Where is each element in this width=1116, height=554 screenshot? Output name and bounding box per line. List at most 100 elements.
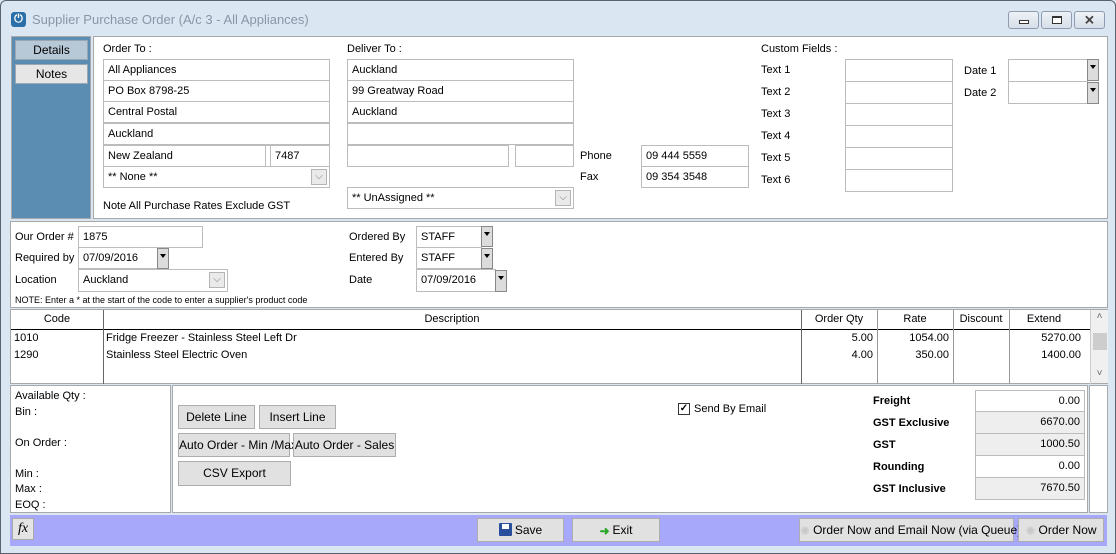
scroll-up-icon[interactable]: ˄ [1091, 311, 1108, 322]
location-select[interactable]: Auckland ⌵ [78, 269, 228, 292]
chevron-down-icon[interactable]: ⌵ [555, 190, 571, 206]
stock-info-panel: Available Qty : Bin : On Order : Min : M… [10, 385, 171, 513]
col-description[interactable]: Description [103, 313, 801, 325]
custom-fields-label: Custom Fields : [761, 43, 838, 55]
required-by-dropdown[interactable] [157, 248, 169, 269]
deliver-to-assign-select[interactable]: ** UnAssigned ** ⌵ [347, 187, 574, 209]
actions-panel: Delete Line Insert Line Auto Order - Min… [172, 385, 1088, 513]
date-field[interactable]: 07/09/2016 [416, 269, 496, 292]
save-button[interactable]: Save [477, 518, 564, 542]
row-rate: 1054.00 [909, 332, 949, 344]
on-order-label: On Order : [15, 437, 67, 449]
text-3-field[interactable] [845, 103, 953, 126]
order-to-line-4[interactable]: Auckland [103, 123, 330, 145]
chevron-down-icon[interactable]: ⌵ [209, 272, 225, 288]
scroll-down-icon[interactable]: ˅ [1091, 368, 1108, 379]
gst-inclusive-field: 7670.50 [975, 477, 1085, 500]
tab-notes[interactable]: Notes [15, 64, 88, 84]
supplier-code-note: NOTE: Enter a * at the start of the code… [15, 295, 308, 305]
phone-field[interactable]: 09 444 5559 [641, 145, 749, 167]
order-to-contact-select[interactable]: ** None ** ⌵ [103, 166, 330, 188]
gst-label: GST [873, 439, 896, 451]
auto-order-sales-button[interactable]: Auto Order - Sales [293, 433, 396, 457]
order-to-line-2[interactable]: PO Box 8798-25 [103, 80, 330, 102]
exit-button[interactable]: ➜ Exit [572, 518, 660, 542]
text-6-field[interactable] [845, 169, 953, 192]
order-now-email-button[interactable]: ✺ Order Now and Email Now (via Queue) [799, 518, 1021, 542]
order-to-line-1[interactable]: All Appliances [103, 59, 330, 81]
entered-by-label: Entered By [349, 252, 404, 264]
text-2-label: Text 2 [761, 86, 791, 98]
text-1-label: Text 1 [761, 64, 791, 76]
header-divider [11, 329, 1091, 330]
date-2-dropdown[interactable] [1087, 82, 1099, 104]
col-divider [103, 310, 104, 384]
col-discount[interactable]: Discount [953, 313, 1009, 325]
date-1-dropdown[interactable] [1087, 59, 1099, 81]
order-now-button[interactable]: ✺ Order Now [1018, 518, 1104, 542]
row-qty: 4.00 [851, 349, 873, 361]
text-5-field[interactable] [845, 147, 953, 170]
order-to-contact-value: ** None ** [108, 171, 158, 183]
deliver-to-country[interactable] [347, 145, 509, 167]
send-by-email-checkbox[interactable]: ✓ [678, 403, 690, 415]
date-2-field[interactable] [1008, 81, 1088, 104]
col-order-qty[interactable]: Order Qty [801, 313, 877, 325]
entered-by-dropdown[interactable] [481, 248, 493, 269]
location-value: Auckland [83, 274, 129, 286]
purchase-order-window: ⏻ Supplier Purchase Order (A/c 3 - All A… [0, 0, 1116, 554]
deliver-to-line-2[interactable]: 99 Greatway Road [347, 80, 574, 102]
delete-line-button[interactable]: Delete Line [178, 405, 255, 429]
auto-order-minmax-button[interactable]: Auto Order - Min /Max [178, 433, 297, 457]
close-icon: ✕ [1084, 12, 1095, 28]
text-2-field[interactable] [845, 81, 953, 104]
required-by-field[interactable]: 07/09/2016 [78, 247, 158, 269]
row-description: Stainless Steel Electric Oven [106, 349, 248, 361]
chevron-down-icon[interactable]: ⌵ [311, 169, 327, 185]
date-dropdown[interactable] [495, 270, 507, 292]
floppy-disk-icon [498, 523, 512, 537]
vertical-scrollbar[interactable]: ˄ ˅ [1091, 310, 1108, 383]
deliver-to-postcode[interactable] [515, 145, 574, 167]
close-button[interactable]: ✕ [1074, 11, 1105, 29]
freight-field[interactable]: 0.00 [975, 390, 1085, 412]
date-1-field[interactable] [1008, 59, 1088, 82]
power-icon: ⏻ [11, 12, 26, 27]
text-1-field[interactable] [845, 59, 953, 82]
maximize-button[interactable] [1041, 11, 1072, 29]
fax-field[interactable]: 09 354 3548 [641, 166, 749, 188]
row-qty: 5.00 [851, 332, 873, 344]
col-divider [953, 310, 954, 384]
our-order-field[interactable]: 1875 [78, 226, 203, 248]
scroll-thumb[interactable] [1093, 333, 1107, 350]
row-rate: 350.00 [915, 349, 949, 361]
maximize-icon [1051, 16, 1062, 24]
ordered-by-field[interactable]: STAFF [416, 226, 482, 248]
gst-note: Note All Purchase Rates Exclude GST [103, 200, 291, 212]
ordered-by-dropdown[interactable] [481, 226, 493, 247]
deliver-to-line-4[interactable] [347, 123, 574, 145]
text-4-field[interactable] [845, 125, 953, 148]
col-rate[interactable]: Rate [877, 313, 953, 325]
row-extend: 5270.00 [1041, 332, 1081, 344]
order-to-country[interactable]: New Zealand [103, 145, 266, 167]
auto-order-sales-label: Auto Order - Sales [294, 438, 395, 452]
deliver-to-line-3[interactable]: Auckland [347, 101, 574, 123]
order-to-postcode[interactable]: 7487 [270, 145, 330, 167]
insert-line-button[interactable]: Insert Line [259, 405, 336, 429]
col-code[interactable]: Code [11, 313, 103, 325]
deliver-to-line-1[interactable]: Auckland [347, 59, 574, 81]
text-4-label: Text 4 [761, 130, 791, 142]
csv-export-button[interactable]: CSV Export [178, 461, 291, 486]
tab-details[interactable]: Details [15, 40, 88, 60]
col-extend[interactable]: Extend [1009, 313, 1079, 325]
rounding-field[interactable]: 0.00 [975, 455, 1085, 478]
date-2-label: Date 2 [964, 87, 997, 99]
order-to-line-3[interactable]: Central Postal [103, 101, 330, 123]
order-to-label: Order To : [103, 43, 152, 55]
formula-icon[interactable]: fx [12, 518, 34, 540]
date-label: Date [349, 274, 373, 286]
entered-by-field[interactable]: STAFF [416, 247, 482, 269]
minimize-button[interactable] [1008, 11, 1039, 29]
auto-order-minmax-label: Auto Order - Min /Max [179, 438, 298, 452]
